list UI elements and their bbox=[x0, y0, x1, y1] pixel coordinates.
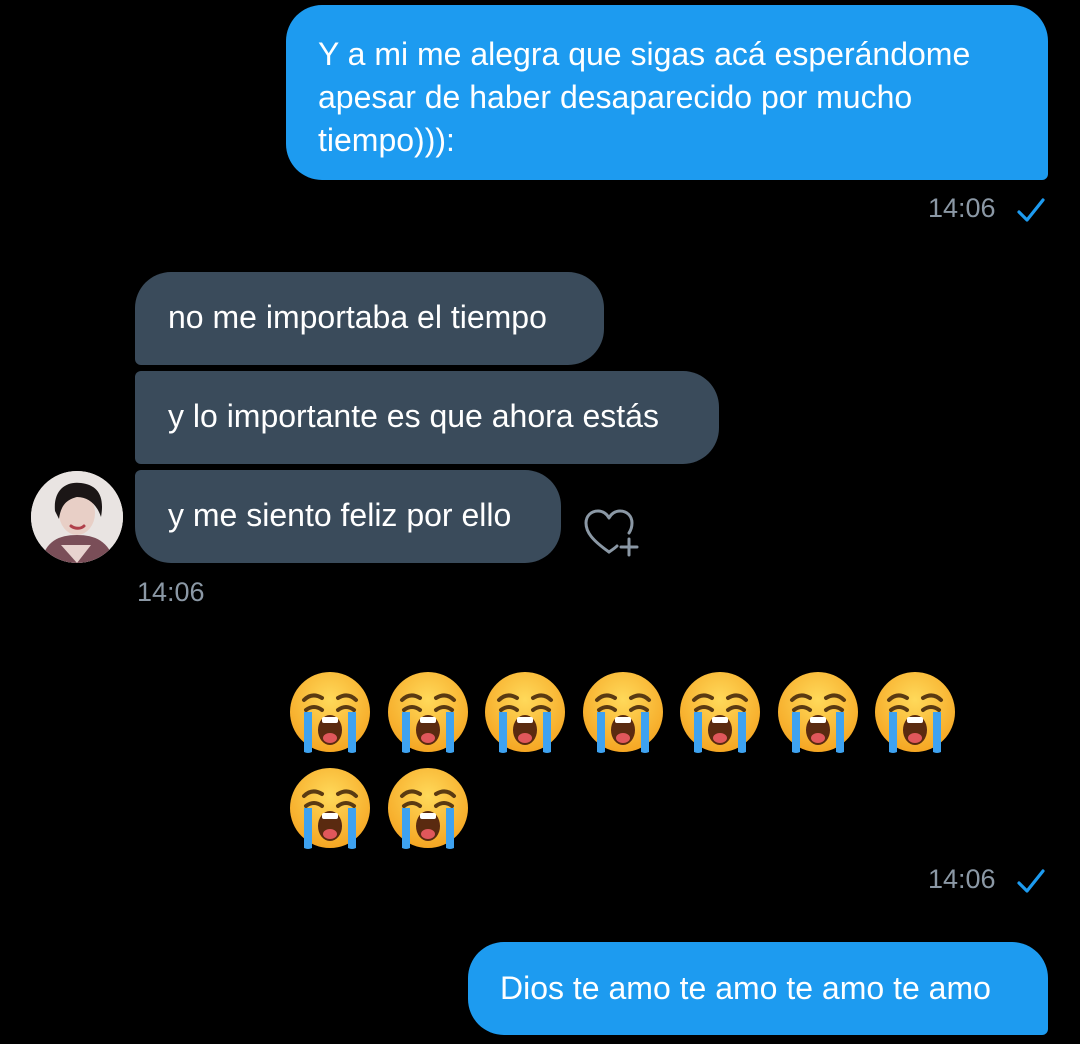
loudly-crying-face-emoji bbox=[875, 672, 955, 753]
message-text: Dios te amo te amo te amo te amo bbox=[500, 970, 991, 1006]
message-timestamp: 14:06 bbox=[928, 193, 996, 223]
message-text: y me siento feliz por ello bbox=[168, 497, 512, 533]
sent-check-icon bbox=[1017, 869, 1045, 893]
loudly-crying-face-emoji bbox=[680, 672, 760, 753]
loudly-crying-face-emoji bbox=[387, 672, 468, 753]
loudly-crying-face-emoji bbox=[387, 768, 468, 849]
loudly-crying-face-emoji bbox=[777, 672, 858, 753]
message-text-line: tiempo))): bbox=[318, 122, 455, 158]
message-timestamp: 14:06 bbox=[137, 577, 205, 607]
loudly-crying-face-emoji bbox=[582, 672, 663, 753]
outgoing-message-bubble[interactable]: Dios te amo te amo te amo te amo bbox=[468, 942, 1048, 1035]
incoming-message-bubble[interactable]: no me importaba el tiempo bbox=[135, 272, 604, 365]
avatar[interactable] bbox=[31, 471, 123, 563]
heart-plus-icon bbox=[584, 509, 639, 557]
outgoing-message-bubble[interactable]: Y a mi me alegra que sigas acá esperándo… bbox=[286, 5, 1048, 180]
loudly-crying-face-emoji bbox=[485, 672, 565, 753]
message-timestamp: 14:06 bbox=[928, 864, 996, 894]
incoming-message-bubble[interactable]: y lo importante es que ahora estás bbox=[135, 371, 719, 464]
message-text: no me importaba el tiempo bbox=[168, 299, 547, 335]
incoming-message-bubble[interactable]: y me siento feliz por ello bbox=[135, 470, 561, 563]
message-text-line: apesar de haber desaparecido por mucho bbox=[318, 79, 913, 115]
loudly-crying-face-emoji bbox=[290, 672, 370, 753]
sent-check-icon bbox=[1017, 198, 1045, 222]
loudly-crying-face-emoji bbox=[290, 768, 370, 849]
add-reaction-button[interactable] bbox=[582, 506, 644, 562]
message-text-line: Y a mi me alegra que sigas acá esperándo… bbox=[318, 36, 971, 72]
profile-avatar-image bbox=[31, 471, 123, 563]
message-text: y lo importante es que ahora estás bbox=[168, 398, 659, 434]
emoji-message[interactable] bbox=[288, 670, 968, 850]
